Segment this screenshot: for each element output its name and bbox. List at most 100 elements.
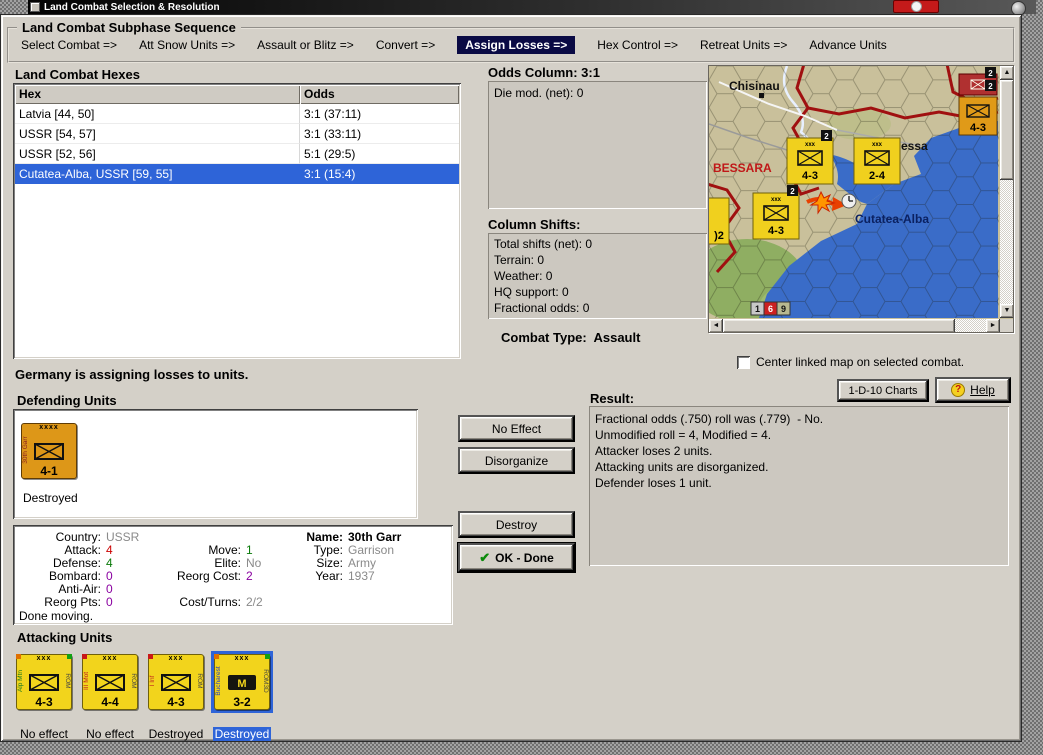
unit-move-status: Done moving. <box>19 609 94 623</box>
defense-label: Defense: <box>52 556 101 570</box>
defending-unit[interactable]: xxxx 30th Garr 4-1 <box>21 423 77 479</box>
step-assign-losses[interactable]: Assign Losses => <box>457 36 576 54</box>
window-titlebar[interactable]: Land Combat Selection & Resolution <box>28 0 1036 14</box>
die-mod-line: Die mod. (net): 0 <box>494 86 584 100</box>
charts-button[interactable]: 1-D-10 Charts <box>837 379 929 402</box>
scroll-right-icon[interactable]: ► <box>986 319 1000 332</box>
charts-button-label: 1-D-10 Charts <box>848 384 918 397</box>
attacking-unit-1[interactable]: xxx Alp Mtn ROM 4-3 No effect <box>13 651 75 741</box>
scroll-up-icon[interactable]: ▲ <box>1000 66 1013 80</box>
svg-text:)2: )2 <box>714 230 724 242</box>
svg-text:2-4: 2-4 <box>869 170 886 182</box>
size-label: Size: <box>316 556 343 570</box>
type-value: Garrison <box>348 543 395 557</box>
map-canvas[interactable]: Chisinau BESSARA essa Cutatea-Alba xxx 4… <box>709 66 999 332</box>
step-assault-or-blitz[interactable]: Assault or Blitz => <box>257 38 354 52</box>
hexes-header: Hex Odds <box>15 85 459 104</box>
attacking-unit-3[interactable]: xxx I Inf ROM 4-3 Destroyed <box>145 651 207 741</box>
hex-row-ussr-52-56[interactable]: USSR [52, 56] 5:1 (29:5) <box>15 144 459 164</box>
combat-map[interactable]: Chisinau BESSARA essa Cutatea-Alba xxx 4… <box>708 65 1014 333</box>
scroll-left-icon[interactable]: ◄ <box>709 319 723 332</box>
step-select-combat[interactable]: Select Combat => <box>21 38 117 52</box>
svg-text:2: 2 <box>988 69 993 78</box>
destroy-button[interactable]: Destroy <box>458 511 575 538</box>
map-counter-partial[interactable]: )2 <box>709 197 730 245</box>
vscroll-thumb[interactable] <box>1000 80 1013 180</box>
ok-done-button[interactable]: ✔ OK - Done <box>457 542 576 573</box>
defending-unit-counter[interactable]: xxxx 30th Garr 4-1 <box>21 423 77 479</box>
move-label: Move: <box>208 543 241 557</box>
combat-type-label: Combat Type: <box>501 330 587 345</box>
unit-counter[interactable]: xxx Alp Mtn ROM 4-3 <box>16 654 72 710</box>
shift-line: Fractional odds: 0 <box>494 301 590 315</box>
unit-result-label: No effect <box>20 727 68 741</box>
unit-counter[interactable]: xxx I Inf ROM 4-3 <box>148 654 204 710</box>
hexes-title: Land Combat Hexes <box>15 67 140 82</box>
odds-cell: 3:1 (37:11) <box>300 104 459 124</box>
column-header-odds[interactable]: Odds <box>300 85 459 104</box>
hex-row-ussr-54-57[interactable]: USSR [54, 57] 3:1 (33:11) <box>15 124 459 144</box>
hex-coordinate-readout: 1 6 9 <box>750 301 791 316</box>
combat-type-line: Combat Type: Assault <box>501 330 640 345</box>
combat-hexes-list: Hex Odds Latvia [44, 50] 3:1 (37:11) USS… <box>13 83 461 359</box>
svg-text:6: 6 <box>768 304 773 314</box>
militia-symbol-icon: M <box>228 675 256 690</box>
hex-row-cutatea-alba[interactable]: Cutatea-Alba, USSR [59, 55] 3:1 (15:4) <box>15 164 459 184</box>
help-icon: ? <box>951 383 966 397</box>
step-hex-control[interactable]: Hex Control => <box>597 38 678 52</box>
column-shifts-title: Column Shifts: <box>488 217 581 232</box>
odds-column-panel: Die mod. (net): 0 <box>488 81 707 209</box>
svg-text:M: M <box>237 678 246 690</box>
type-label: Type: <box>313 543 343 557</box>
hex-row-latvia[interactable]: Latvia [44, 50] 3:1 (37:11) <box>15 104 459 124</box>
svg-text:2: 2 <box>790 187 795 196</box>
map-counter-2[interactable]: xxx 2-4 <box>853 137 901 185</box>
map-vscrollbar[interactable]: ▲ ▼ <box>1000 66 1013 318</box>
clock-icon <box>841 193 857 209</box>
country-label: Country: <box>55 530 101 544</box>
svg-text:2: 2 <box>988 82 993 91</box>
subphase-steps: Select Combat => Att Snow Units => Assau… <box>21 35 1007 55</box>
map-counter-3[interactable]: xxx 4-3 <box>752 192 800 240</box>
hscroll-thumb[interactable] <box>723 319 955 332</box>
defending-unit-result: Destroyed <box>23 491 78 505</box>
attack-value: 4 <box>106 543 113 557</box>
counter-strength: 4-1 <box>40 464 58 478</box>
map-label-cutatea-alba: Cutatea-Alba <box>855 212 929 226</box>
map-hscrollbar[interactable]: ◄ ► <box>709 319 1000 332</box>
step-retreat-units[interactable]: Retreat Units => <box>700 38 787 52</box>
disorganize-button[interactable]: Disorganize <box>458 447 575 474</box>
counter-strength: 4-3 <box>35 695 53 709</box>
map-counter-1[interactable]: xxx 4-3 <box>786 137 834 185</box>
land-combat-dialog: Land Combat Subphase Sequence Select Com… <box>0 14 1022 742</box>
step-convert[interactable]: Convert => <box>376 38 435 52</box>
move-value: 1 <box>246 543 253 557</box>
year-value: 1937 <box>348 569 375 583</box>
scrollbar-corner <box>1000 319 1013 332</box>
no-effect-button[interactable]: No Effect <box>458 415 575 442</box>
garrison-symbol-icon <box>34 443 64 460</box>
reorg-cost-label: Reorg Cost: <box>176 569 241 583</box>
unit-result-label: Destroyed <box>212 727 272 741</box>
infantry-symbol-icon <box>161 674 191 691</box>
country-value: USSR <box>106 530 140 544</box>
map-counter-orange[interactable]: 4-3 <box>958 96 998 136</box>
step-advance-units[interactable]: Advance Units <box>809 38 886 52</box>
center-map-checkbox[interactable] <box>737 356 750 369</box>
center-map-checkbox-label: Center linked map on selected combat. <box>756 355 965 369</box>
elite-value: No <box>246 556 262 570</box>
bombard-value: 0 <box>106 569 113 583</box>
attacking-unit-4-selected[interactable]: xxx Bucharest ROM3D M 3-2 Destroyed <box>211 651 273 741</box>
column-header-hex[interactable]: Hex <box>15 85 300 104</box>
desktop-background: Land Combat Selection & Resolution Land … <box>0 0 1043 755</box>
help-button[interactable]: ? Help <box>935 377 1011 403</box>
unit-counter[interactable]: xxx III Mot ROM 4-4 <box>82 654 138 710</box>
unit-counter[interactable]: xxx Bucharest ROM3D M 3-2 <box>214 654 270 710</box>
window-title: Land Combat Selection & Resolution <box>44 1 220 13</box>
name-value: 30th Garr <box>348 530 402 544</box>
svg-text:xxx: xxx <box>771 197 782 203</box>
step-att-snow-units[interactable]: Att Snow Units => <box>139 38 235 52</box>
scroll-down-icon[interactable]: ▼ <box>1000 304 1013 318</box>
attacking-unit-2[interactable]: xxx III Mot ROM 4-4 No effect <box>79 651 141 741</box>
check-icon: ✔ <box>479 549 491 565</box>
